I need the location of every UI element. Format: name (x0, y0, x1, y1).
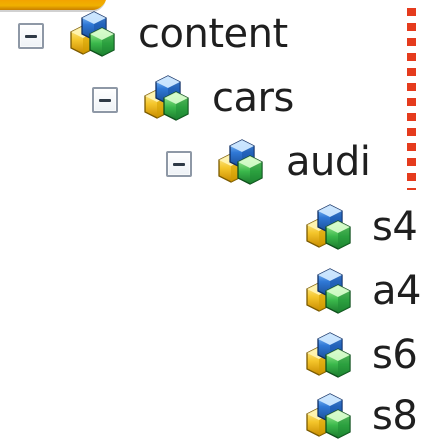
tree-leaf-label: s6 (372, 332, 418, 378)
minus-icon (25, 34, 37, 38)
tree-view: content cars audi s4 a4 s6 s8 (0, 0, 430, 446)
tree-node-label: content (138, 11, 288, 57)
minus-icon (173, 162, 185, 166)
collapse-toggle-content[interactable] (18, 23, 44, 49)
cubes-icon (306, 204, 351, 250)
cubes-icon (218, 139, 263, 185)
tree-leaf-label: s8 (372, 393, 418, 439)
minus-icon (99, 98, 111, 102)
cubes-icon (306, 393, 351, 439)
tree-node-content[interactable]: content (18, 8, 288, 64)
cubes-icon (70, 11, 115, 57)
tree-node-audi[interactable]: audi (166, 136, 371, 192)
collapse-toggle-cars[interactable] (92, 87, 118, 113)
tree-leaf-s8[interactable]: s8 (300, 390, 418, 446)
tree-leaf-a4[interactable]: a4 (300, 265, 421, 321)
collapse-toggle-audi[interactable] (166, 151, 192, 177)
tree-leaf-s6[interactable]: s6 (300, 329, 418, 385)
tree-node-label: cars (212, 75, 294, 121)
cubes-icon (306, 332, 351, 378)
cubes-icon (144, 75, 189, 121)
tree-leaf-s4[interactable]: s4 (300, 201, 418, 257)
tree-node-label: audi (286, 139, 371, 185)
cubes-icon (306, 268, 351, 314)
tree-leaf-label: a4 (372, 268, 421, 314)
tree-node-cars[interactable]: cars (92, 72, 294, 128)
tree-leaf-label: s4 (372, 204, 418, 250)
